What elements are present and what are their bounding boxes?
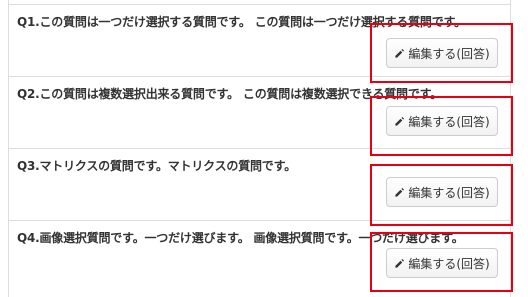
edit-answer-button[interactable]: 編集する(回答) (386, 106, 498, 136)
pencil-icon (394, 116, 405, 127)
edit-answer-button[interactable]: 編集する(回答) (386, 248, 498, 278)
question-item-4: Q4.画像選択質問です。一つだけ選びます。 画像選択質問です。一つだけ選びます。… (9, 220, 510, 297)
edit-answer-button[interactable]: 編集する(回答) (386, 177, 498, 207)
question-item-3: Q3.マトリクスの質問です。マトリクスの質問です。 編集する(回答) (9, 148, 510, 220)
question-item-1: Q1.この質問は一つだけ選択する質問です。 この質問は一つだけ選択する質問です。… (9, 4, 510, 76)
edit-answer-label: 編集する(回答) (408, 114, 490, 129)
question-text: Q4.画像選択質問です。一つだけ選びます。 画像選択質問です。一つだけ選びます。 (17, 231, 464, 245)
pencil-icon (394, 187, 405, 198)
question-text: Q2.この質問は複数選択出来る質問です。 この質問は複数選択できる質問です。 (17, 87, 443, 101)
edit-answer-label: 編集する(回答) (408, 46, 490, 61)
pencil-icon (394, 258, 405, 269)
question-item-2: Q2.この質問は複数選択出来る質問です。 この質問は複数選択できる質問です。 編… (9, 76, 510, 148)
question-list: Q1.この質問は一つだけ選択する質問です。 この質問は一つだけ選択する質問です。… (8, 0, 511, 297)
edit-answer-label: 編集する(回答) (408, 256, 490, 271)
edit-answer-button[interactable]: 編集する(回答) (386, 38, 498, 68)
edit-answer-label: 編集する(回答) (408, 185, 490, 200)
question-text: Q3.マトリクスの質問です。マトリクスの質問です。 (17, 159, 296, 173)
question-text: Q1.この質問は一つだけ選択する質問です。 この質問は一つだけ選択する質問です。 (17, 15, 466, 29)
pencil-icon (394, 48, 405, 59)
